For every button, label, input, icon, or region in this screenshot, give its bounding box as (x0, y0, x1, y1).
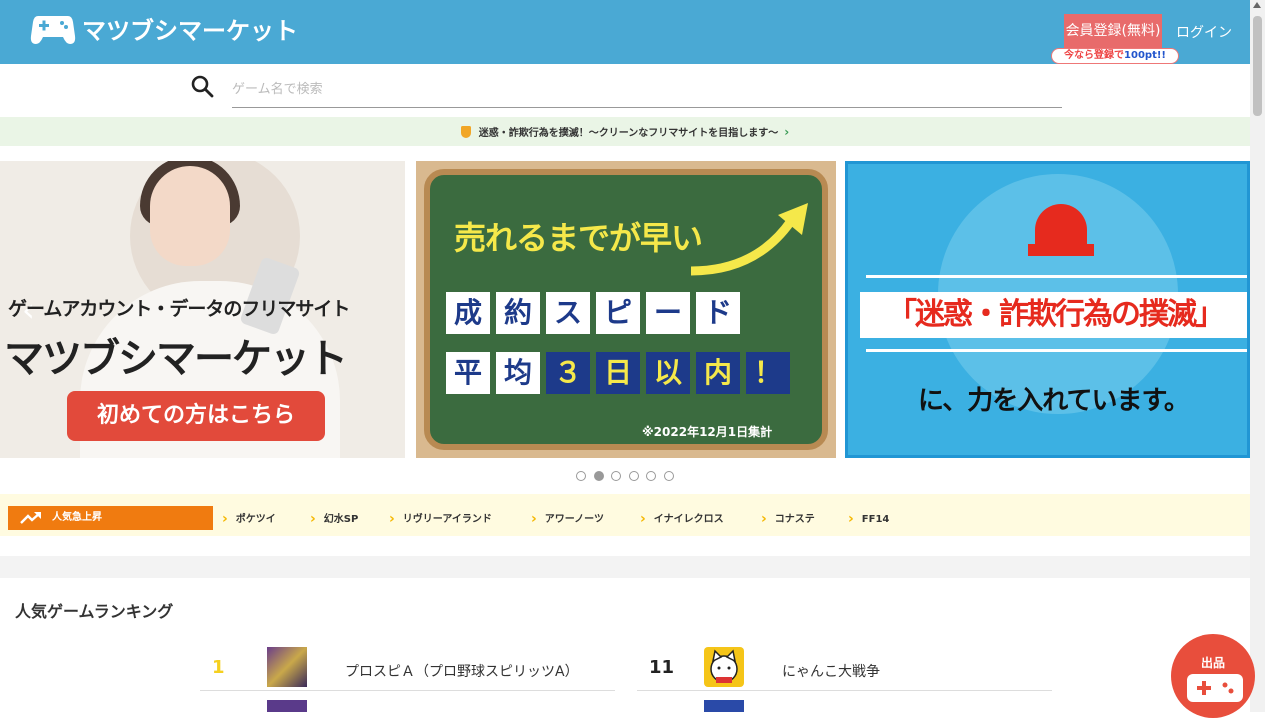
trending-item[interactable]: › FF14 (848, 510, 890, 527)
carousel-dots (576, 471, 681, 481)
trending-item-label: FF14 (861, 514, 890, 525)
game-thumbnail[interactable] (704, 700, 744, 712)
trending-item-label: アワーノーツ (544, 514, 604, 525)
trending-label: 人気急上昇 (8, 506, 213, 530)
game-thumbnail[interactable] (267, 647, 307, 687)
chevron-right-icon: › (848, 511, 854, 527)
trending-item[interactable]: › イナイレクロス (640, 510, 724, 527)
banner-anti-fraud[interactable]: 「迷惑・詐欺行為の撲滅」 に、力を入れています。 (845, 161, 1250, 458)
banner2-char: 日 (596, 352, 640, 394)
search-icon[interactable] (190, 74, 214, 102)
rank-number: 1 (212, 657, 225, 678)
trending-item-label: コナステ (774, 514, 815, 525)
shield-icon (460, 125, 471, 138)
trending-item[interactable]: › リヴリーアイランド (389, 510, 492, 527)
siren-base (1028, 244, 1094, 256)
chevron-right-icon: › (389, 511, 395, 527)
trending-item[interactable]: › ポケツイ (222, 510, 276, 527)
game-name[interactable]: プロスピＡ（プロ野球スピリッツA） (345, 661, 579, 681)
carousel-dot[interactable] (663, 471, 674, 481)
chevron-right-icon: › (640, 511, 646, 527)
banner1-title: マツブシマーケット (4, 336, 348, 382)
notice-bar[interactable]: 迷惑・詐欺行為を撲滅！〜クリーンなフリマサイトを目指します〜 › (0, 117, 1250, 146)
sell-button[interactable]: 出品 (1171, 634, 1255, 718)
chevron-right-icon: › (761, 511, 767, 527)
banner2-headline: 売れるまでが早い (454, 219, 703, 257)
register-badge-prefix: 今なら登録で (1064, 50, 1125, 61)
trending-item-label: リヴリーアイランド (402, 514, 492, 525)
notice-text: 迷惑・詐欺行為を撲滅！〜クリーンなフリマサイトを目指します〜 (478, 128, 779, 139)
banner2-row1: 成 約 ス ピ ー ド (446, 292, 746, 334)
up-arrow-icon (690, 203, 808, 276)
trending-item-label: 幻水SP (323, 514, 359, 525)
ranking-heading: 人気ゲームランキング (15, 602, 174, 621)
banner-speed[interactable]: 売れるまでが早い 成 約 ス ピ ー ド 平 均 ３ 日 以 内 ！ ※2022… (416, 161, 836, 458)
banner2-char: 以 (646, 352, 690, 394)
ranking-row[interactable]: 11 にゃんこ大戦争 (637, 643, 1052, 691)
chevron-right-icon: › (531, 511, 537, 527)
scroll-thumb[interactable] (1253, 16, 1262, 116)
banner2-note: ※2022年12月1日集計 (642, 425, 773, 439)
trending-item[interactable]: › アワーノーツ (531, 510, 604, 527)
cat-icon (710, 649, 738, 683)
site-logo[interactable]: マツブシマーケット (30, 11, 298, 46)
divider (866, 349, 1247, 352)
banner3-subtitle: に、力を入れています。 (918, 386, 1190, 416)
section-divider (0, 556, 1250, 578)
rank-number: 11 (649, 657, 675, 678)
banner2-char: 成 (446, 292, 490, 334)
game-thumbnail[interactable] (267, 700, 307, 712)
scroll-up-icon[interactable] (1253, 2, 1261, 8)
trending-label-text: 人気急上昇 (52, 512, 102, 523)
banner2-char: 内 (696, 352, 740, 394)
banner2-row2: 平 均 ３ 日 以 内 ！ (446, 352, 796, 394)
trending-bar: 人気急上昇 › ポケツイ › 幻水SP › リヴリーアイランド › アワーノーツ › イナ… (0, 494, 1250, 536)
banner2-char: 平 (446, 352, 490, 394)
logo-text: マツブシマーケット (82, 17, 298, 45)
carousel-dot[interactable] (611, 471, 621, 481)
ranking-row[interactable]: 1 プロスピＡ（プロ野球スピリッツA） (200, 643, 615, 691)
carousel-dot-active[interactable] (593, 471, 604, 481)
banner2-char: ３ (546, 352, 590, 394)
banner2-char: 均 (496, 352, 540, 394)
banner2-char: ！ (746, 352, 790, 394)
trending-item-label: イナイレクロス (653, 514, 724, 525)
game-name[interactable]: にゃんこ大戦争 (782, 661, 880, 681)
site-header: マツブシマーケット 会員登録(無料) 今なら登録で100pt!! ログイン (0, 0, 1250, 64)
banner2-char: ピ (596, 292, 640, 334)
first-time-button[interactable]: 初めての方はこちら (67, 391, 325, 441)
carousel-dot[interactable] (576, 471, 586, 481)
gamepad-icon (1187, 674, 1243, 702)
carousel-dot[interactable] (646, 471, 656, 481)
login-link[interactable]: ログイン (1176, 22, 1232, 42)
trending-item[interactable]: › コナステ (761, 510, 815, 527)
search-input[interactable] (232, 72, 1062, 108)
trending-item-label: ポケツイ (235, 514, 276, 525)
carousel-dot[interactable] (628, 471, 639, 481)
page-scrollbar[interactable] (1250, 0, 1265, 712)
trending-up-icon (20, 512, 41, 524)
chevron-right-icon: › (310, 511, 316, 527)
register-badge-points: 100pt!! (1124, 50, 1166, 61)
banner-first-time[interactable]: ‹ ゲームアカウント・データのフリマサイト マツブシマーケット 初めての方はこち… (0, 161, 405, 458)
trending-item[interactable]: › 幻水SP (310, 510, 359, 527)
gamepad-logo-icon (30, 15, 76, 44)
banner3-title: 「迷惑・詐欺行為の撲滅」 (860, 292, 1247, 338)
banner2-char: ド (696, 292, 740, 334)
banner2-char: ス (546, 292, 590, 334)
game-thumbnail[interactable] (704, 647, 744, 687)
register-points-badge: 今なら登録で100pt!! (1051, 48, 1179, 64)
chevron-right-icon: › (784, 124, 790, 139)
banner-person-face (150, 166, 230, 266)
register-button[interactable]: 会員登録(無料) (1064, 14, 1162, 48)
divider (866, 275, 1247, 278)
chevron-right-icon: › (222, 511, 228, 527)
banner2-char: 約 (496, 292, 540, 334)
sell-button-label: 出品 (1200, 656, 1225, 670)
banner2-char: ー (646, 292, 690, 334)
banner1-subtitle: ゲームアカウント・データのフリマサイト (8, 298, 350, 320)
